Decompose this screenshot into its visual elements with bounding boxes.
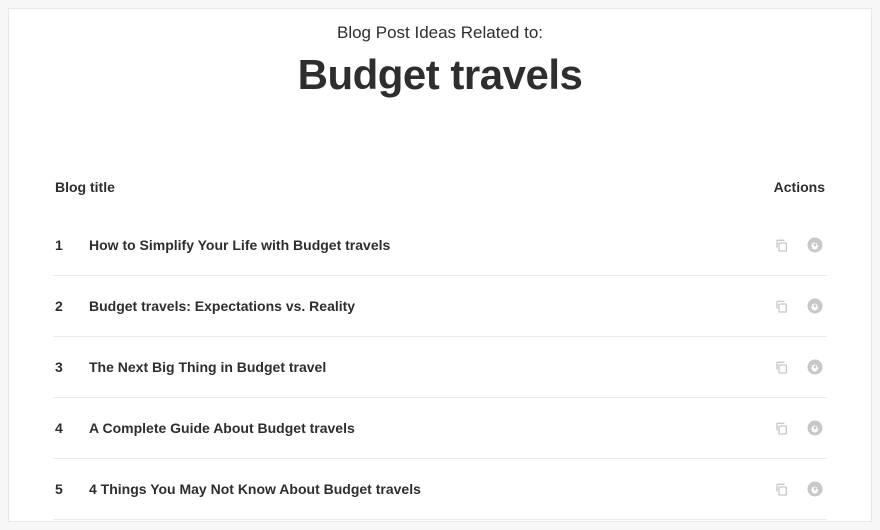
copy-icon[interactable] <box>771 479 791 499</box>
row-index: 5 <box>55 481 89 497</box>
row-index: 2 <box>55 298 89 314</box>
copy-icon[interactable] <box>771 357 791 377</box>
table-row[interactable]: 1How to Simplify Your Life with Budget t… <box>53 215 827 276</box>
row-title: Budget travels: Expectations vs. Reality <box>89 298 771 314</box>
row-actions <box>771 418 825 438</box>
gear-icon[interactable] <box>805 479 825 499</box>
col-title-label: Blog title <box>55 179 115 195</box>
gear-icon[interactable] <box>805 357 825 377</box>
table-header: Blog title Actions <box>53 179 827 215</box>
ideas-panel: Blog Post Ideas Related to: Budget trave… <box>8 8 872 522</box>
header-topic: Budget travels <box>53 51 827 99</box>
row-title: How to Simplify Your Life with Budget tr… <box>89 237 771 253</box>
gear-icon[interactable] <box>805 418 825 438</box>
copy-icon[interactable] <box>771 235 791 255</box>
row-title: 4 Things You May Not Know About Budget t… <box>89 481 771 497</box>
row-title: A Complete Guide About Budget travels <box>89 420 771 436</box>
row-title: The Next Big Thing in Budget travel <box>89 359 771 375</box>
row-actions <box>771 235 825 255</box>
gear-icon[interactable] <box>805 296 825 316</box>
table-row[interactable]: 3The Next Big Thing in Budget travel <box>53 337 827 398</box>
row-index: 4 <box>55 420 89 436</box>
row-actions <box>771 296 825 316</box>
copy-icon[interactable] <box>771 296 791 316</box>
gear-icon[interactable] <box>805 235 825 255</box>
table-row[interactable]: 54 Things You May Not Know About Budget … <box>53 459 827 520</box>
row-actions <box>771 479 825 499</box>
row-index: 1 <box>55 237 89 253</box>
row-actions <box>771 357 825 377</box>
table-row[interactable]: 2Budget travels: Expectations vs. Realit… <box>53 276 827 337</box>
rows-container: 1How to Simplify Your Life with Budget t… <box>53 215 827 520</box>
table-row[interactable]: 4A Complete Guide About Budget travels <box>53 398 827 459</box>
header-label: Blog Post Ideas Related to: <box>53 23 827 43</box>
copy-icon[interactable] <box>771 418 791 438</box>
col-actions-label: Actions <box>774 179 825 195</box>
row-index: 3 <box>55 359 89 375</box>
